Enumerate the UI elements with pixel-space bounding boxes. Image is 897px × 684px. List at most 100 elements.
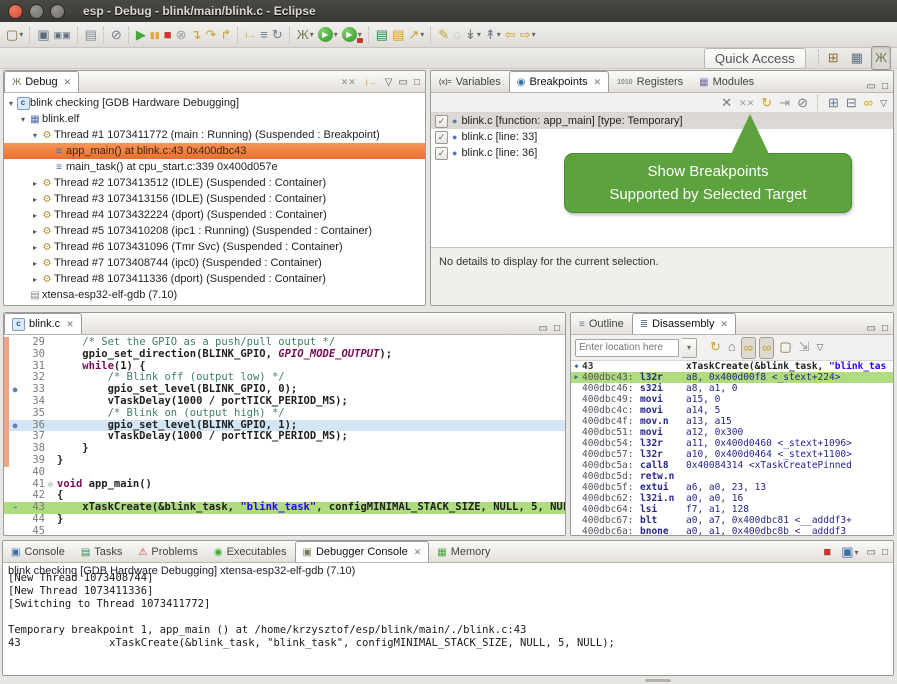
skip-all-breakpoints-button[interactable]: ⊘ xyxy=(795,93,810,113)
go-home-button[interactable]: ⌂ xyxy=(726,337,738,357)
view-menu-icon[interactable]: ▽ xyxy=(385,77,393,88)
run-dropdown-icon[interactable]: ▾ xyxy=(334,30,338,39)
remove-breakpoint-button[interactable]: ✕ xyxy=(719,93,734,113)
tree-expander-icon[interactable]: ▸ xyxy=(30,243,40,252)
minimize-icon[interactable]: ▭ xyxy=(539,323,548,334)
breakpoints-tab-variables[interactable]: (x)=Variables xyxy=(431,71,509,92)
minimize-icon[interactable]: ▭ xyxy=(867,547,876,558)
code-line[interactable]: 45 xyxy=(4,526,565,536)
go-to-file-for-breakpoint-button[interactable]: ⇥ xyxy=(777,93,792,113)
previous-annotation-button[interactable]: ↟▾ xyxy=(483,25,503,45)
forward-dropdown-icon[interactable]: ▾ xyxy=(532,30,536,39)
open-new-view-button[interactable]: ▢ xyxy=(777,337,793,357)
debug-perspective-button[interactable]: Ж xyxy=(871,46,891,70)
debug-button[interactable]: Ж▾ xyxy=(295,25,316,45)
close-icon[interactable]: ✕ xyxy=(720,319,728,330)
debug-tree-row[interactable]: ▸⚙Thread #6 1073431096 (Tmr Svc) (Suspen… xyxy=(4,239,425,255)
debug-tree-row[interactable]: ▸⚙Thread #2 1073413512 (IDLE) (Suspended… xyxy=(4,175,425,191)
breakpoint-marker-icon[interactable]: ● xyxy=(9,420,21,432)
debug-tree-row[interactable]: ▤xtensa-esp32-elf-gdb (7.10) xyxy=(4,287,425,303)
skip-all-breakpoints-button[interactable]: ⊘ xyxy=(109,25,124,45)
breakpoint-row[interactable]: ✓●blink.c [function: app_main] [type: Te… xyxy=(431,113,893,129)
debug-dropdown-icon[interactable]: ▾ xyxy=(310,30,314,39)
expand-all-button[interactable]: ⊞ xyxy=(826,93,841,113)
tree-expander-icon[interactable]: ▸ xyxy=(30,179,40,188)
remove-all-terminated-button[interactable]: ✕✕ xyxy=(339,72,358,92)
restart-button[interactable]: ↻ xyxy=(270,25,285,45)
minimize-icon[interactable]: ▭ xyxy=(867,323,876,334)
tree-expander-icon[interactable]: ▸ xyxy=(30,195,40,204)
tree-expander-icon[interactable]: ▸ xyxy=(30,259,40,268)
suspend-button[interactable]: ▮▮ xyxy=(148,25,162,45)
sync-with-stack-frame-button[interactable]: ∞ xyxy=(759,337,774,359)
window-maximize-button[interactable] xyxy=(50,4,65,19)
close-icon[interactable]: ✕ xyxy=(594,77,602,88)
breakpoint-checkbox[interactable]: ✓ xyxy=(435,115,448,128)
maximize-icon[interactable]: □ xyxy=(882,323,888,334)
disassembly-row[interactable]: 400dbc67:blta0, a7, 0x400dbc81 <__adddf3… xyxy=(571,515,893,526)
minimize-icon[interactable]: ▭ xyxy=(867,81,876,92)
breakpoints-tab-registers[interactable]: 1010Registers xyxy=(609,71,691,92)
code-area[interactable]: 29 /* Set the GPIO as a push/pull output… xyxy=(4,335,565,536)
collapse-all-button[interactable]: ⊟ xyxy=(844,93,859,113)
console-tab-console[interactable]: ▣Console xyxy=(3,541,73,562)
forward-button[interactable]: ⇨▾ xyxy=(518,25,538,45)
breakpoints-tab-breakpoints[interactable]: ◉Breakpoints✕ xyxy=(509,71,609,92)
binary-button[interactable]: ▤ xyxy=(83,25,99,45)
breakpoint-checkbox[interactable]: ✓ xyxy=(435,131,448,144)
disassembly-row[interactable]: 400dbc49:movia15, 0 xyxy=(571,394,893,405)
disassembly-listing[interactable]: ◆43xTaskCreate(&blink_task, "blink_tas▶4… xyxy=(571,361,893,536)
code-line[interactable]: 39} xyxy=(4,455,565,467)
debug-tree-row-selected[interactable]: ≡app_main() at blink.c:43 0x400dbc43 xyxy=(4,143,425,159)
external-tools-dropdown-icon[interactable]: ▾ xyxy=(358,30,362,39)
view-menu-button[interactable]: ▽ xyxy=(878,93,889,113)
disassembly-row[interactable]: 400dbc4c:movia14, 5 xyxy=(571,405,893,416)
quick-access-button[interactable]: Quick Access xyxy=(704,48,806,69)
disassembly-row[interactable]: 400dbc57:l32ra10, 0x400d0464 <_stext+110… xyxy=(571,449,893,460)
instruction-pointer-icon[interactable]: ➔ xyxy=(9,502,21,514)
external-tools-button[interactable]: ▶▾ xyxy=(340,25,364,45)
tab-blink-c[interactable]: c blink.c ✕ xyxy=(4,313,82,334)
tree-expander-icon[interactable]: ▾ xyxy=(18,115,28,124)
step-return-button[interactable]: ↱ xyxy=(218,25,233,45)
disassembly-row[interactable]: 400dbc62:l32i.na0, a0, 16 xyxy=(571,493,893,504)
maximize-icon[interactable]: □ xyxy=(414,77,420,88)
save-button[interactable]: ▣ xyxy=(35,25,51,45)
terminate-console-button[interactable]: ■ xyxy=(821,542,833,562)
previous-annotation-dropdown-icon[interactable]: ▾ xyxy=(497,30,501,39)
open-perspective-button[interactable]: ⊞ xyxy=(824,46,843,70)
location-dropdown-icon[interactable]: ▾ xyxy=(682,338,697,358)
window-close-button[interactable] xyxy=(8,4,23,19)
code-line[interactable]: ➔43 xTaskCreate(&blink_task, "blink_task… xyxy=(4,502,565,514)
maximize-icon[interactable]: □ xyxy=(882,81,888,92)
run-button[interactable]: ▶▾ xyxy=(316,25,340,45)
instruction-stepping-mode-button[interactable]: i→ xyxy=(364,72,379,92)
debug-tree-row[interactable]: ≡main_task() at cpu_start.c:339 0x400d05… xyxy=(4,159,425,175)
launch-last-dropdown-icon[interactable]: ▾ xyxy=(420,30,424,39)
remove-all-breakpoints-button[interactable]: ✕✕ xyxy=(737,93,756,113)
debug-tree-row[interactable]: ▸⚙Thread #8 1073411336 (dport) (Suspende… xyxy=(4,271,425,287)
debug-tree-row[interactable]: ▾⚙Thread #1 1073411772 (main : Running) … xyxy=(4,127,425,143)
next-annotation-button[interactable]: ↡▾ xyxy=(463,25,483,45)
refresh-view-button[interactable]: ↻ xyxy=(708,337,723,357)
open-folder-button[interactable]: ▤ xyxy=(390,25,406,45)
debug-tree-row[interactable]: ▸⚙Thread #4 1073432224 (dport) (Suspende… xyxy=(4,207,425,223)
step-into-button[interactable]: ↴ xyxy=(189,25,204,45)
console-tab-tasks[interactable]: ▤Tasks xyxy=(73,541,131,562)
tree-expander-icon[interactable]: ▾ xyxy=(6,99,16,108)
console-tab-problems[interactable]: ⚠Problems xyxy=(130,541,205,562)
disassembly-row[interactable]: 400dbc46:s32ia8, a1, 0 xyxy=(571,383,893,394)
disassembly-row[interactable]: 400dbc5a:call80x40084314 <xTaskCreatePin… xyxy=(571,460,893,471)
pin-view-button[interactable]: ⇲ xyxy=(797,337,812,357)
console-body[interactable]: blink checking [GDB Hardware Debugging] … xyxy=(3,563,893,675)
debug-tree-row[interactable]: ▾▦blink.elf xyxy=(4,111,425,127)
breakpoint-marker-icon[interactable]: ● xyxy=(9,384,21,396)
tree-expander-icon[interactable]: ▸ xyxy=(30,227,40,236)
disassembly-row[interactable]: 400dbc5f:extuia6, a0, 23, 13 xyxy=(571,482,893,493)
tree-expander-icon[interactable]: ▸ xyxy=(30,275,40,284)
step-over-button[interactable]: ↷ xyxy=(203,25,218,45)
fold-marker-icon[interactable]: ⊖ xyxy=(48,479,57,491)
last-edit-location-button[interactable]: ✎ xyxy=(436,25,451,45)
show-source-button[interactable]: ∞ xyxy=(741,337,756,359)
disassembly-row[interactable]: 400dbc6a:bnonea0, a1, 0x400dbc8b <__addd… xyxy=(571,526,893,536)
